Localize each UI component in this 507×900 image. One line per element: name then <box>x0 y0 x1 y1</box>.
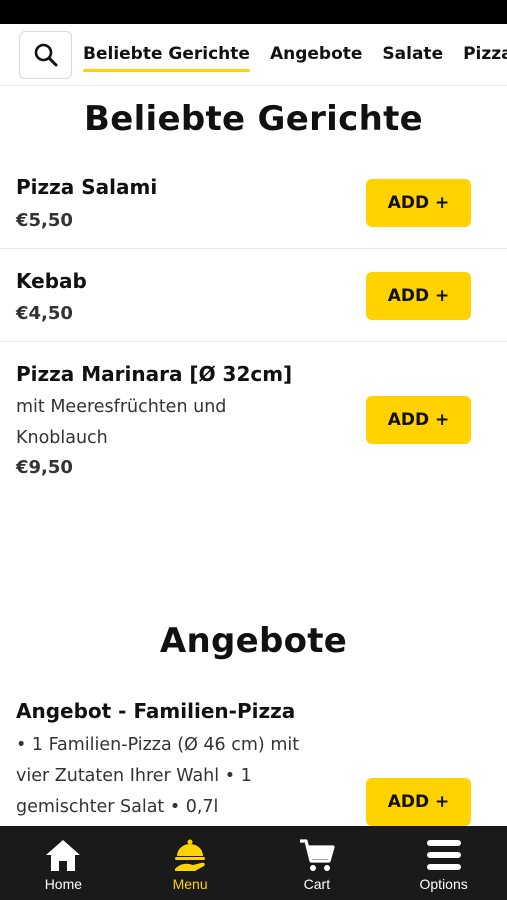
item-name: Pizza Salami <box>16 175 158 199</box>
nav-menu[interactable]: Menu <box>127 826 254 900</box>
item-description: mit Meeresfrüchten und Knoblauch <box>16 397 227 448</box>
nav-cart[interactable]: Cart <box>254 826 381 900</box>
search-icon <box>34 43 57 67</box>
item-price: €5,50 <box>16 210 73 231</box>
item-name: Angebot - Familien-Pizza <box>16 699 296 723</box>
add-button[interactable]: ADD + <box>366 396 471 444</box>
menu-cloche-icon <box>170 836 210 874</box>
home-icon <box>43 836 83 874</box>
nav-options[interactable]: Options <box>380 826 507 900</box>
menu-item: Pizza Marinara [Ø 32cm] mit Meeresfrücht… <box>0 342 507 492</box>
tab-salate[interactable]: Salate <box>382 24 443 85</box>
add-button[interactable]: ADD + <box>366 272 471 320</box>
cart-icon <box>297 836 337 874</box>
item-price: €4,50 <box>16 303 73 324</box>
status-bar <box>0 0 507 24</box>
nav-home[interactable]: Home <box>0 826 127 900</box>
nav-cart-label: Cart <box>303 876 331 892</box>
menu-content[interactable]: Beliebte Gerichte Pizza Salami €5,50 ADD… <box>0 87 507 826</box>
item-name: Kebab <box>16 269 87 293</box>
menu-item: Pizza Salami €5,50 ADD + <box>0 155 507 249</box>
item-price: €9,50 <box>16 457 73 478</box>
add-button[interactable]: ADD + <box>366 778 471 826</box>
nav-options-label: Options <box>419 876 468 892</box>
section-title-angebote: Angebote <box>159 621 348 661</box>
menu-item: Kebab €4,50 ADD + <box>0 249 507 342</box>
section-title-beliebte-gerichte: Beliebte Gerichte <box>84 99 423 139</box>
nav-menu-label: Menu <box>172 876 208 892</box>
bottom-nav: Home Menu Cart Options <box>0 826 507 900</box>
tab-pizza[interactable]: Pizza <box>463 24 507 85</box>
menu-item: Angebot - Familien-Pizza • 1 Familien-Pi… <box>0 685 507 826</box>
nav-home-label: Home <box>44 876 83 892</box>
add-button[interactable]: ADD + <box>366 179 471 227</box>
item-description: • 1 Familien-Pizza (Ø 46 cm) mit vier Zu… <box>16 735 300 817</box>
category-tabbar: Beliebte Gerichte Angebote Salate Pizza <box>0 24 507 86</box>
tab-beliebte-gerichte[interactable]: Beliebte Gerichte <box>83 24 250 85</box>
item-name: Pizza Marinara [Ø 32cm] <box>16 362 293 386</box>
tab-angebote[interactable]: Angebote <box>270 24 362 85</box>
hamburger-icon <box>424 836 464 874</box>
search-button[interactable] <box>19 31 72 79</box>
category-tabs: Beliebte Gerichte Angebote Salate Pizza <box>83 24 507 85</box>
